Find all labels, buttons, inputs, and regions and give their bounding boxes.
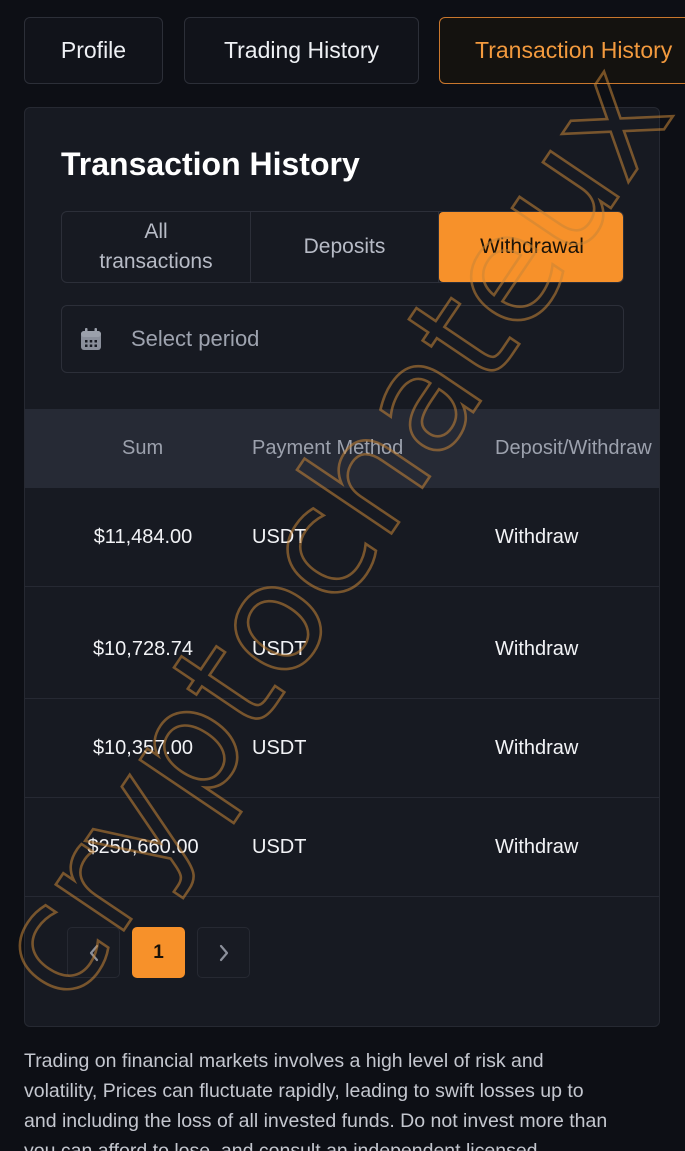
- chevron-left-icon: [89, 944, 98, 961]
- filter-all-label-line1: All: [144, 220, 168, 243]
- calendar-icon: [81, 328, 101, 350]
- risk-disclaimer: Trading on financial markets involves a …: [24, 1046, 664, 1151]
- tab-transaction-history-label: Transaction History: [475, 37, 673, 63]
- filter-withdrawal-label: Withdrawal: [480, 235, 584, 258]
- transaction-history-card: Transaction History All transactions Dep…: [24, 107, 660, 1027]
- cell-payment-method: USDT: [252, 737, 307, 759]
- pagination-next-button[interactable]: [197, 927, 250, 978]
- chevron-right-icon: [219, 944, 228, 961]
- cell-type: Withdraw: [495, 526, 579, 548]
- table-row: $250,660.00 USDT Withdraw: [25, 798, 659, 897]
- pagination-page-button[interactable]: 1: [132, 927, 185, 978]
- filter-all-label-line2: transactions: [99, 250, 213, 273]
- cell-type: Withdraw: [495, 737, 579, 759]
- cell-sum: $10,357.00: [92, 737, 194, 759]
- table-row: $11,484.00 USDT Withdraw: [25, 488, 659, 587]
- cell-sum: $11,484.00: [93, 526, 193, 548]
- transaction-filter: All transactions Deposits Withdrawal: [61, 211, 624, 283]
- table-row: $10,357.00 USDT Withdraw: [25, 699, 659, 798]
- tab-profile[interactable]: Profile: [24, 17, 163, 84]
- tab-trading-history-label: Trading History: [223, 37, 380, 63]
- cell-sum: $10,728.74: [92, 638, 194, 660]
- cell-sum: $250,660.00: [87, 836, 199, 858]
- filter-deposits[interactable]: Deposits: [251, 212, 439, 282]
- tab-transaction-history[interactable]: Transaction History: [439, 17, 685, 84]
- period-select[interactable]: Select period: [61, 305, 624, 373]
- cell-payment-method: USDT: [252, 526, 307, 548]
- cell-payment-method: USDT: [252, 836, 307, 858]
- disclaimer-line: volatility, Prices can fluctuate rapidly…: [24, 1080, 584, 1102]
- tab-trading-history[interactable]: Trading History: [184, 17, 419, 84]
- tab-profile-label: Profile: [60, 37, 127, 63]
- cell-payment-method: USDT: [252, 638, 307, 660]
- cell-type: Withdraw: [495, 836, 579, 858]
- pagination-page-label: 1: [153, 941, 164, 963]
- filter-withdrawal[interactable]: Withdrawal: [439, 212, 623, 282]
- table-header: Sum Payment Method Deposit/Withdraw: [25, 409, 659, 488]
- column-header-payment-method: Payment Method: [252, 437, 404, 459]
- disclaimer-line: you can afford to lose, and consult an i…: [24, 1140, 538, 1151]
- page-title: Transaction History: [61, 146, 360, 182]
- page: Profile Trading History Transaction Hist…: [0, 0, 685, 1151]
- filter-all-transactions[interactable]: All transactions: [62, 212, 251, 282]
- filter-all-label: All transactions: [99, 217, 212, 277]
- table-row: $10,728.74 USDT Withdraw: [25, 600, 659, 699]
- cell-type: Withdraw: [495, 638, 579, 660]
- column-header-sum: Sum: [122, 437, 164, 459]
- pagination-prev-button[interactable]: [67, 927, 120, 978]
- period-placeholder: Select period: [131, 326, 260, 351]
- column-header-deposit-withdraw: Deposit/Withdraw: [495, 437, 652, 459]
- disclaimer-line: Trading on financial markets involves a …: [24, 1050, 544, 1072]
- disclaimer-line: and including the loss of all invested f…: [24, 1110, 608, 1132]
- filter-deposits-label: Deposits: [303, 235, 386, 258]
